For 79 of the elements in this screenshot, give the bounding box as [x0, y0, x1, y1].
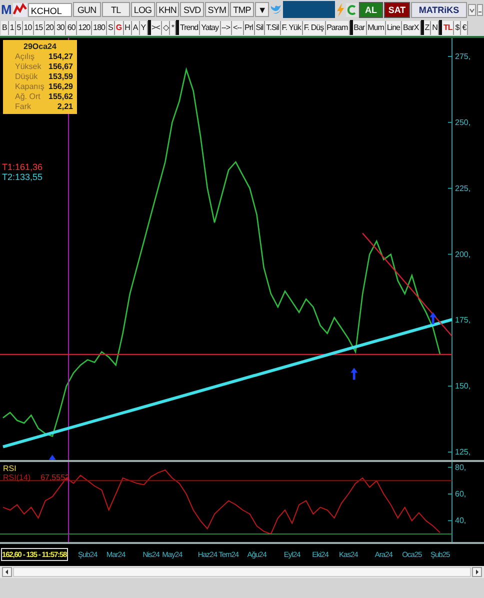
info-label: Ağ. Ort: [14, 92, 40, 102]
logo: M: [1, 2, 12, 17]
toolbar-panel: [283, 1, 335, 18]
up-arrow: [430, 312, 437, 324]
toolbar-button[interactable]: <--: [232, 20, 244, 34]
toolbar-button[interactable]: 10: [22, 20, 34, 34]
toolbar-button[interactable]: 20: [44, 20, 56, 34]
toolbar-button[interactable]: ><: [150, 20, 162, 34]
toolbar-button[interactable]: SYM: [204, 2, 230, 17]
axis-label: 225,: [455, 184, 471, 193]
toolbar-button[interactable]: Prl: [244, 20, 255, 34]
dropdown-icon[interactable]: [468, 4, 476, 16]
toolbar-button[interactable]: 180: [92, 20, 107, 34]
info-label: Yüksek: [14, 62, 42, 72]
info-value: 153,59: [48, 72, 73, 82]
toolbar-button[interactable]: TL: [442, 20, 454, 34]
info-value: 2,21: [57, 102, 73, 112]
info-label: Düşük: [14, 72, 38, 82]
toolbar-button[interactable]: €: [461, 20, 468, 34]
toolbar-button[interactable]: GUN: [72, 2, 101, 17]
toolbar-button[interactable]: T.Sil: [265, 20, 281, 34]
toolbar-button[interactable]: 120: [77, 20, 92, 34]
toolbar-button[interactable]: F. Düş: [302, 20, 326, 34]
info-label: Fark: [14, 102, 31, 112]
toolbar-button[interactable]: 15: [34, 20, 45, 34]
up-arrow: [48, 454, 56, 460]
toolbar-button[interactable]: TL: [102, 2, 130, 17]
toolbar-button[interactable]: ▼: [254, 2, 270, 17]
axis-label: 175,: [455, 316, 471, 325]
axis-label: 40,: [455, 516, 466, 526]
chart-icon[interactable]: [12, 2, 27, 16]
toolbar-button[interactable]: Sil: [254, 20, 266, 34]
info-value: 156,67: [48, 62, 73, 72]
toolbar-button[interactable]: S: [107, 20, 115, 34]
toolbar-button[interactable]: KHN: [156, 2, 180, 17]
buy-button[interactable]: AL: [359, 2, 383, 18]
symbol-field[interactable]: KCHOL: [28, 2, 72, 16]
info-label: Açılış: [14, 52, 35, 62]
toolbar-button[interactable]: Bar: [352, 20, 367, 34]
refresh-icon[interactable]: [346, 2, 358, 16]
toolbar-button[interactable]: Param: [326, 20, 350, 34]
scroll-right-button[interactable]: [472, 567, 482, 577]
up-arrow: [350, 368, 358, 380]
toolbar-button[interactable]: 30: [55, 20, 66, 34]
indicator-title: RSI: [3, 464, 16, 473]
toolbar-button[interactable]: Line: [386, 20, 402, 34]
toolbar-button[interactable]: F. Yük: [280, 20, 303, 34]
info-value: 156,29: [48, 82, 73, 92]
axis-label: 125,: [455, 448, 471, 457]
toolbar-button[interactable]: $: [454, 20, 462, 34]
axis-label: 60,: [455, 490, 466, 498]
axis-label: 275,: [455, 52, 471, 61]
info-value: 155,62: [48, 92, 73, 102]
scroll-left-button[interactable]: [2, 567, 12, 577]
toolbar-button[interactable]: 60: [66, 20, 78, 34]
target-label: T1:161,36: [2, 162, 43, 172]
toolbar-button[interactable]: *: [170, 20, 176, 34]
toolbar-button[interactable]: N: [431, 20, 440, 34]
toolbar-button[interactable]: -->: [220, 20, 232, 34]
indicator-name: RSI(14): [3, 473, 31, 482]
toolbar-button[interactable]: TMP: [230, 2, 254, 17]
info-label: Kapanış: [14, 82, 44, 92]
toolbar-button[interactable]: BarX: [402, 20, 421, 34]
toolbar-button[interactable]: SVD: [180, 2, 204, 17]
axis-label: 80,: [455, 462, 466, 472]
info-date: 29Oca24: [22, 42, 58, 51]
info-value: 154,27: [48, 52, 73, 62]
brand-button[interactable]: MATRiKS: [411, 2, 467, 18]
minimize-icon[interactable]: [477, 4, 483, 16]
axis-label: 150,: [455, 382, 471, 391]
toolbar-button[interactable]: B: [1, 20, 9, 34]
axis-label: 200,: [455, 250, 471, 259]
toolbar-button[interactable]: Trend: [179, 20, 200, 34]
toolbar-button[interactable]: Mum: [366, 20, 386, 34]
toolbar-button[interactable]: LOG: [130, 2, 155, 17]
axis-label: 250,: [455, 118, 471, 127]
target-label: T2:133,55: [2, 172, 43, 182]
toolbar-button[interactable]: Yatay: [200, 20, 220, 34]
sell-button[interactable]: SAT: [384, 2, 410, 18]
